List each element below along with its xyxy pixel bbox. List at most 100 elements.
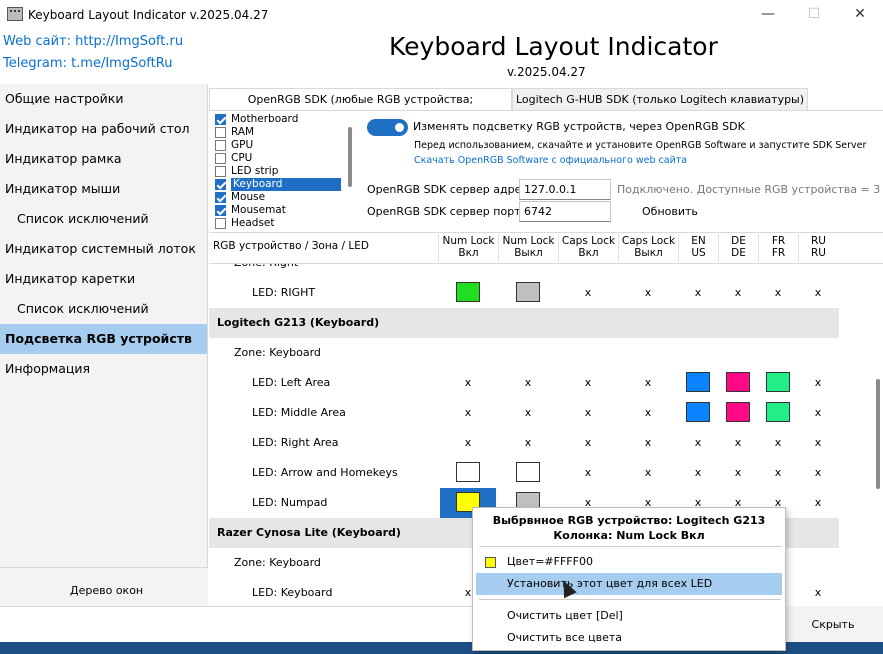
server-port-input[interactable]: 6742 <box>519 201 611 222</box>
col-capslock-on[interactable]: Caps Lock Вкл <box>558 234 618 264</box>
device-keyboard[interactable]: Keyboard <box>212 178 342 191</box>
color-cell[interactable]: x <box>498 398 558 428</box>
sidebar-item-rgb-lighting[interactable]: Подсветка RGB устройств <box>0 324 207 354</box>
color-cell[interactable]: x <box>498 428 558 458</box>
device-list-scrollbar[interactable] <box>348 127 352 187</box>
device-motherboard[interactable]: Motherboard <box>212 113 342 126</box>
menu-item-color[interactable]: Цвет=#FFFF00 <box>476 551 782 573</box>
color-cell[interactable]: x <box>438 368 498 398</box>
device-mouse[interactable]: Mouse <box>212 191 342 204</box>
color-cell[interactable]: x <box>618 398 678 428</box>
led-row[interactable]: LED: Left Area x x x x x <box>209 368 839 398</box>
color-cell[interactable]: x <box>558 278 618 308</box>
color-cell[interactable]: x <box>678 458 718 488</box>
checkbox-led-strip[interactable] <box>215 166 226 177</box>
color-swatch[interactable] <box>456 462 480 482</box>
sidebar-item-mouse-exclusions[interactable]: Список исключений <box>0 204 207 234</box>
color-swatch[interactable] <box>726 402 750 422</box>
device-led-strip[interactable]: LED strip <box>212 165 342 178</box>
color-cell[interactable] <box>758 398 798 428</box>
color-cell[interactable] <box>758 368 798 398</box>
telegram-link[interactable]: Telegram: t.me/ImgSoftRu <box>3 56 172 71</box>
sidebar-item-caret-indicator[interactable]: Индикатор каретки <box>0 264 207 294</box>
checkbox-gpu[interactable] <box>215 140 226 151</box>
color-cell[interactable]: x <box>678 278 718 308</box>
color-swatch[interactable] <box>516 462 540 482</box>
color-cell[interactable]: x <box>558 428 618 458</box>
col-capslock-off[interactable]: Caps Lock Выкл <box>618 234 678 264</box>
refresh-button[interactable]: Обновить <box>642 205 698 218</box>
window-tree-button[interactable]: Дерево окон <box>0 567 208 606</box>
color-swatch[interactable] <box>726 372 750 392</box>
menu-item-apply-all[interactable]: Установить этот цвет для всех LED <box>476 573 782 595</box>
device-cpu[interactable]: CPU <box>212 152 342 165</box>
sidebar-item-frame-indicator[interactable]: Индикатор рамка <box>0 144 207 174</box>
color-cell[interactable]: x <box>718 278 758 308</box>
grid-scrollbar-thumb[interactable] <box>876 379 880 489</box>
color-cell[interactable] <box>438 278 498 308</box>
color-cell[interactable]: x <box>798 428 838 458</box>
color-swatch[interactable] <box>686 372 710 392</box>
menu-item-clear-all[interactable]: Очистить все цвета <box>476 627 782 649</box>
color-swatch[interactable] <box>516 282 540 302</box>
color-cell[interactable]: x <box>758 278 798 308</box>
device-ram[interactable]: RAM <box>212 126 342 139</box>
sidebar-item-information[interactable]: Информация <box>0 354 207 384</box>
menu-item-clear-color[interactable]: Очистить цвет [Del] <box>476 605 782 627</box>
color-swatch[interactable] <box>766 402 790 422</box>
col-ru-ru[interactable]: RU RU <box>798 234 838 264</box>
led-row[interactable]: LED: RIGHT x x x x x x <box>209 278 839 308</box>
color-cell[interactable] <box>498 278 558 308</box>
checkbox-motherboard[interactable] <box>215 114 226 125</box>
col-fr-fr[interactable]: FR FR <box>758 234 798 264</box>
zone-row[interactable]: Zone: Keyboard <box>209 338 839 368</box>
color-cell[interactable]: x <box>758 428 798 458</box>
device-mousemat[interactable]: Mousemat <box>212 204 342 217</box>
color-cell[interactable] <box>438 458 498 488</box>
checkbox-mouse[interactable] <box>215 192 226 203</box>
color-cell[interactable]: x <box>798 398 838 428</box>
color-cell[interactable]: x <box>558 368 618 398</box>
color-cell[interactable]: x <box>718 428 758 458</box>
color-cell[interactable]: x <box>438 398 498 428</box>
device-headset[interactable]: Headset <box>212 217 342 230</box>
col-en-us[interactable]: EN US <box>678 234 718 264</box>
checkbox-cpu[interactable] <box>215 153 226 164</box>
color-cell[interactable]: x <box>558 458 618 488</box>
color-cell[interactable] <box>678 368 718 398</box>
color-cell[interactable]: x <box>438 428 498 458</box>
color-cell[interactable]: x <box>618 428 678 458</box>
checkbox-keyboard[interactable] <box>215 179 226 190</box>
color-cell[interactable]: x <box>618 278 678 308</box>
col-de-de[interactable]: DE DE <box>718 234 758 264</box>
color-swatch[interactable] <box>686 402 710 422</box>
sidebar-item-caret-exclusions[interactable]: Список исключений <box>0 294 207 324</box>
color-cell[interactable]: x <box>618 368 678 398</box>
col-numlock-off[interactable]: Num Lock Выкл <box>498 234 558 264</box>
grid-scrollbar[interactable] <box>873 264 883 606</box>
close-window-button[interactable]: ✕ <box>837 0 883 30</box>
color-cell[interactable]: x <box>798 578 838 606</box>
color-cell[interactable]: x <box>798 488 838 518</box>
color-cell[interactable]: x <box>558 398 618 428</box>
web-link[interactable]: Web сайт: http://ImgSoft.ru <box>3 34 183 49</box>
minimize-button[interactable]: — <box>745 0 791 30</box>
sidebar-item-mouse-indicator[interactable]: Индикатор мыши <box>0 174 207 204</box>
color-cell[interactable]: x <box>798 458 838 488</box>
color-cell[interactable]: x <box>718 458 758 488</box>
color-swatch[interactable] <box>766 372 790 392</box>
maximize-button[interactable]: ☐ <box>791 0 837 30</box>
color-cell[interactable]: x <box>798 368 838 398</box>
color-cell[interactable] <box>718 368 758 398</box>
checkbox-headset[interactable] <box>215 218 226 229</box>
hide-button[interactable]: Скрыть <box>783 606 883 642</box>
openrgb-toggle[interactable] <box>367 119 408 136</box>
color-swatch[interactable] <box>456 282 480 302</box>
led-row[interactable]: LED: Middle Area x x x x x <box>209 398 839 428</box>
led-row[interactable]: LED: Right Area x x x x x x x x <box>209 428 839 458</box>
zone-row[interactable]: Zone: Right <box>209 264 839 278</box>
color-cell[interactable]: x <box>498 368 558 398</box>
server-address-input[interactable]: 127.0.0.1 <box>519 179 611 200</box>
sidebar-item-general[interactable]: Общие настройки <box>0 84 207 114</box>
color-cell[interactable] <box>718 398 758 428</box>
